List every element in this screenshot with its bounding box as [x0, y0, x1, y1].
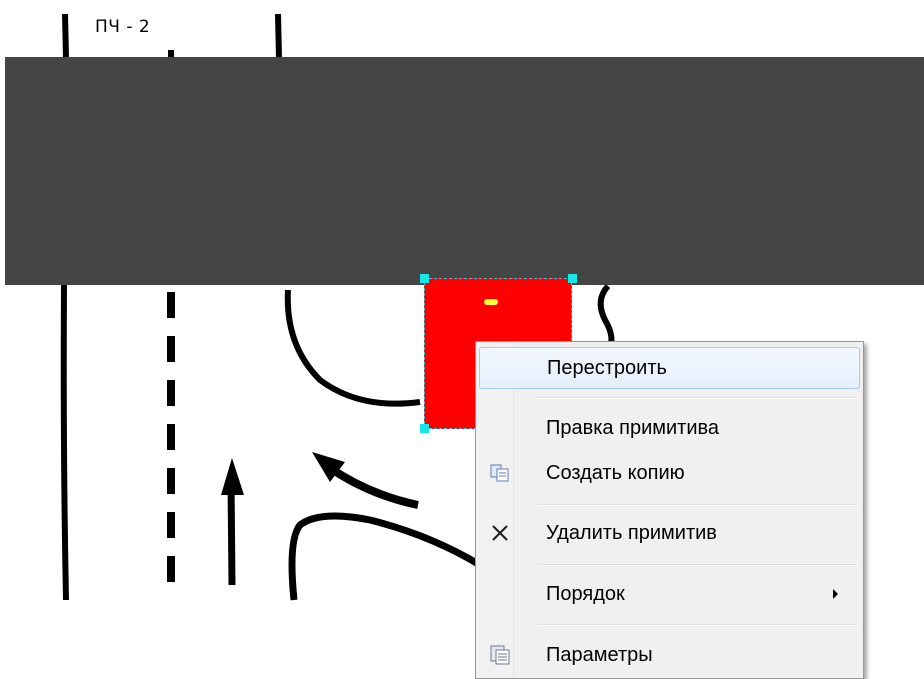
arrow-up-head — [221, 458, 244, 495]
menu-separator — [538, 624, 857, 626]
copy-icon — [489, 462, 511, 484]
context-menu-gutter — [477, 343, 514, 677]
context-menu: Перестроить Правка примитива Создать коп… — [475, 341, 864, 679]
redacted-band — [5, 57, 924, 285]
menu-separator — [538, 504, 857, 506]
menu-item-delete-primitive[interactable]: Удалить примитив — [479, 512, 860, 554]
road-edge-top-right — [275, 13, 282, 59]
island-curve-lower — [288, 512, 482, 601]
road-edge-top-left — [62, 13, 69, 59]
selection-handle-top-right[interactable] — [568, 274, 577, 283]
road-edge-left — [60, 284, 69, 601]
menu-item-label: Создать копию — [546, 461, 685, 484]
menu-item-label: Порядок — [546, 582, 625, 605]
primitive-marker — [484, 299, 498, 305]
menu-item-order[interactable]: Порядок — [479, 573, 860, 615]
selection-handle-bottom-left[interactable] — [420, 424, 429, 433]
island-curve-upper — [284, 289, 421, 407]
menu-separator — [538, 397, 857, 399]
menu-item-parameters[interactable]: Параметры — [479, 634, 860, 676]
menu-item-edit-primitive[interactable]: Правка примитива — [479, 407, 860, 449]
menu-item-create-copy[interactable]: Создать копию — [479, 452, 860, 494]
menu-item-label: Перестроить — [547, 356, 667, 379]
menu-separator — [538, 564, 857, 566]
menu-item-rebuild[interactable]: Перестроить — [479, 347, 860, 389]
arrow-up-shaft — [227, 479, 236, 586]
selection-handle-top-left[interactable] — [420, 274, 429, 283]
menu-item-label: Правка примитива — [546, 416, 720, 439]
road-section-label: ПЧ - 2 — [95, 17, 151, 37]
arrow-turn-shaft — [327, 464, 419, 509]
menu-item-label: Удалить примитив — [546, 521, 717, 544]
delete-x-icon — [489, 522, 511, 544]
submenu-arrow-icon — [833, 589, 838, 599]
properties-icon — [489, 644, 511, 666]
menu-item-label: Параметры — [546, 643, 653, 666]
